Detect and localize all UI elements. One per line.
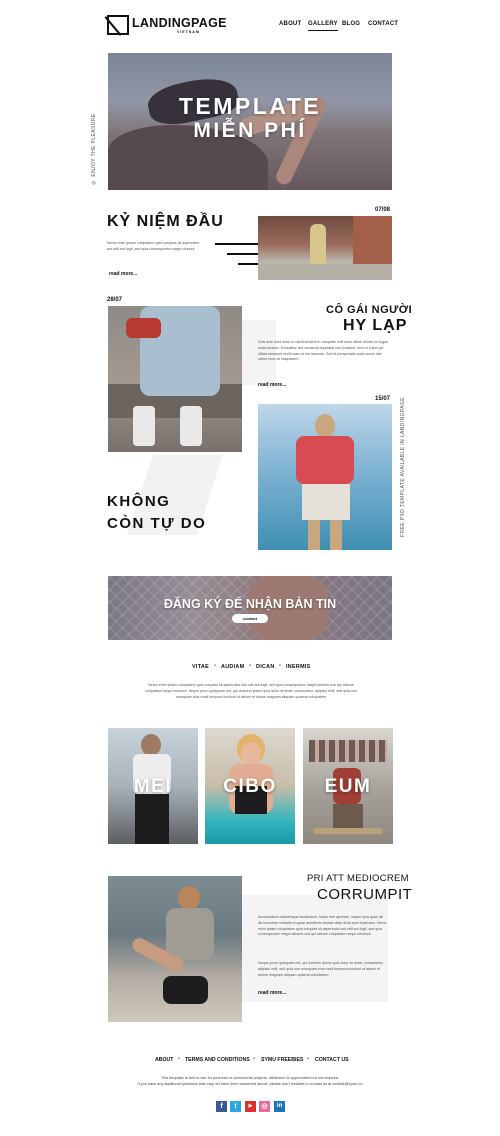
post3-title-line2: CÒN TỰ DO — [107, 515, 207, 532]
gallery-label-mei: MEI — [133, 776, 173, 797]
post2-title-line2: HY LẠP — [343, 317, 408, 334]
newsletter-title: ĐĂNG KÝ ĐỂ NHẬN BẢN TIN — [163, 597, 337, 611]
post3-date: 15/07 — [375, 396, 391, 402]
nav-blog[interactable]: BLOG — [342, 21, 360, 27]
post2-text: Duis aute irure dolor in reprehenderit i… — [258, 340, 388, 362]
post3-image[interactable] — [258, 404, 392, 550]
post1-date: 07/08 — [375, 207, 391, 213]
menu-vitae[interactable]: VITAE — [192, 664, 209, 670]
gallery-label-eum: EUM — [324, 776, 372, 797]
footer-link-freebies[interactable]: SYMU FREEBIES — [261, 1057, 303, 1063]
logo-subtext: VIETNAM — [177, 30, 200, 34]
nav-gallery[interactable]: GALLERY — [308, 21, 338, 31]
menu-dican[interactable]: DICAN — [256, 664, 275, 670]
feature-title-line2: CORRUMPIT — [317, 886, 413, 903]
feature-read-more[interactable]: read more... — [258, 990, 286, 996]
intro-text: Nemo enim ipsam voluptatem quia voluptas… — [145, 683, 357, 699]
feature-image[interactable] — [108, 876, 242, 1022]
post2-image[interactable] — [108, 306, 242, 452]
footer-link-about[interactable]: ABOUT — [155, 1057, 173, 1063]
dribbble-icon[interactable]: ◎ — [259, 1101, 270, 1112]
logo-icon[interactable] — [107, 15, 129, 35]
hero-title-line2: MIỄN PHÍ — [193, 119, 307, 142]
facebook-icon[interactable]: f — [216, 1101, 227, 1112]
post2-title-line1: CÔ GÁI NGƯỜI — [326, 304, 413, 316]
twitter-icon[interactable]: t — [230, 1101, 241, 1112]
feature-title-line1: PRI ATT MEDIOCREM — [307, 873, 409, 884]
logo-text[interactable]: LANDINGPAGE — [132, 16, 227, 30]
menu-inermis[interactable]: INERMIS — [286, 664, 311, 670]
post1-image[interactable] — [258, 216, 392, 280]
post1-text: Nemo enim ipsam voluptatem quia voluptas… — [107, 241, 200, 251]
linkedin-icon[interactable]: in — [274, 1101, 285, 1112]
side-text-right: FREE PSD TEMPLATE AVAILABLE IN LANDINGPA… — [400, 397, 406, 537]
gallery-label-cibo: CIBO — [223, 776, 277, 797]
footer-line2: If you have any additional questions tha… — [137, 1082, 363, 1086]
footer-line1: This template is free to use for persona… — [160, 1076, 340, 1080]
menu-separator: - — [249, 663, 251, 669]
footer-separator: - — [307, 1056, 309, 1062]
menu-separator: - — [279, 663, 281, 669]
hero-side-text: ◎ ENJOY THE PLEASURE — [91, 113, 97, 186]
nav-about[interactable]: ABOUT — [279, 21, 301, 27]
post3-title-line1: KHÔNG — [107, 493, 171, 510]
nav-contact[interactable]: CONTACT — [368, 21, 398, 27]
footer-link-terms[interactable]: TERMS AND CONDITIONS — [185, 1057, 250, 1063]
menu-audiam[interactable]: AUDIAM — [221, 664, 244, 670]
post2-date: 28/07 — [107, 297, 123, 303]
feature-text-panel — [242, 895, 388, 1002]
newsletter-contact-button[interactable]: contact — [232, 614, 268, 623]
feature-paragraph-2: Neque porro quisquam est, qui dolorem ip… — [258, 961, 384, 977]
footer-link-contact[interactable]: CONTACT US — [315, 1057, 349, 1063]
post2-read-more[interactable]: read more... — [258, 382, 286, 388]
footer-separator: - — [178, 1056, 180, 1062]
menu-separator: - — [214, 663, 216, 669]
hero-title-line1: TEMPLATE — [178, 93, 322, 119]
footer-separator: - — [253, 1056, 255, 1062]
post1-read-more[interactable]: read more... — [109, 271, 137, 277]
youtube-icon[interactable]: ▶ — [245, 1101, 256, 1112]
feature-paragraph-1: Accusantium doloremque laudantium, totam… — [258, 915, 387, 937]
post1-title: KỶ NIỆM ĐẦU — [107, 213, 224, 230]
